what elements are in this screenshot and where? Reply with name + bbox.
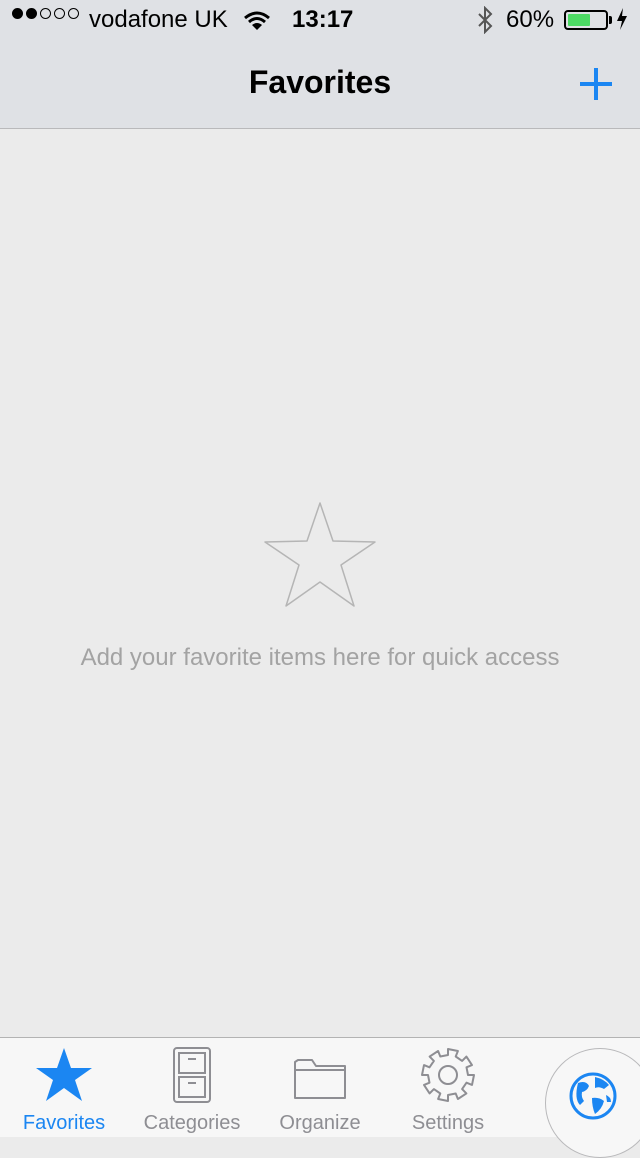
tab-bar: Favorites Categories Organize Settings [0, 1037, 640, 1158]
tab-organize[interactable]: Organize [256, 1038, 384, 1137]
tab-label: Organize [279, 1112, 361, 1134]
tab-label: Categories [143, 1112, 241, 1134]
tab-label: Favorites [22, 1112, 106, 1134]
navigation-header: vodafone UK 13:17 60% Favorites [0, 0, 640, 129]
charging-icon [616, 8, 628, 37]
star-icon [0, 1046, 128, 1104]
page-title: Favorites [248, 64, 392, 100]
tab-label: Settings [411, 1112, 485, 1134]
status-time: 13:17 [292, 6, 354, 33]
carrier-name: vodafone UK [89, 6, 228, 33]
battery-percent: 60% [506, 6, 555, 33]
plus-icon [580, 68, 612, 100]
globe-button[interactable] [545, 1048, 640, 1158]
add-button[interactable] [572, 60, 620, 108]
file-cabinet-icon [128, 1046, 256, 1104]
tab-favorites[interactable]: Favorites [0, 1038, 128, 1137]
folder-icon [256, 1046, 384, 1104]
empty-state-message: Add your favorite items here for quick a… [80, 644, 560, 671]
tab-categories[interactable]: Categories [128, 1038, 256, 1137]
star-outline-icon [260, 498, 380, 619]
gear-icon [384, 1046, 512, 1104]
battery-icon [564, 10, 612, 30]
bluetooth-icon [476, 5, 494, 41]
signal-strength-icon [12, 8, 79, 19]
wifi-icon [243, 10, 271, 38]
tab-settings[interactable]: Settings [384, 1038, 512, 1137]
status-bar: vodafone UK 13:17 60% [0, 0, 640, 40]
globe-icon [569, 1072, 617, 1120]
